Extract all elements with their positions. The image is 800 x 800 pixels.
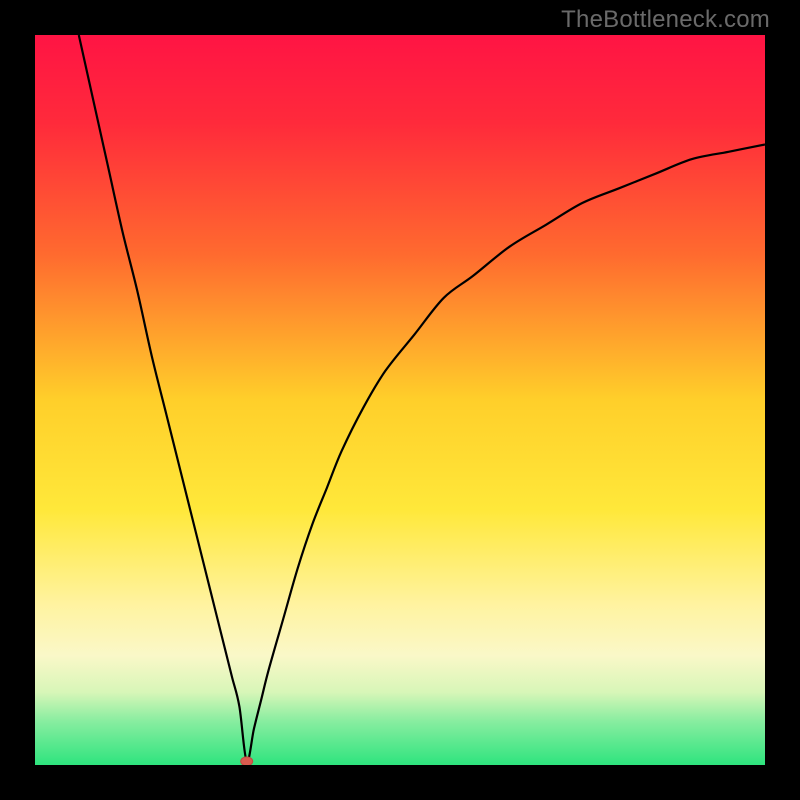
chart-svg [35, 35, 765, 765]
optimum-marker [241, 757, 253, 765]
chart-frame: TheBottleneck.com [0, 0, 800, 800]
plot-area [35, 35, 765, 765]
plot-background [35, 35, 765, 765]
watermark-text: TheBottleneck.com [561, 6, 770, 34]
